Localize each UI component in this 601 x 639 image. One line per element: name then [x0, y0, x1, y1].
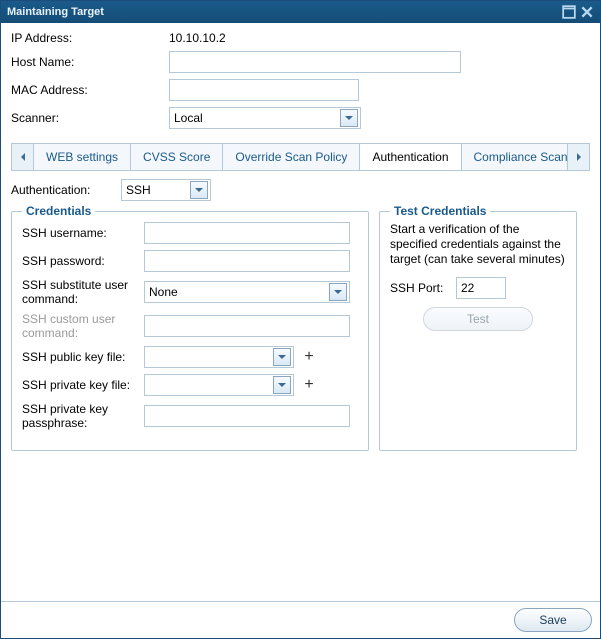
footer: Save	[1, 601, 600, 638]
ssh-passphrase-input[interactable]	[144, 405, 350, 427]
tab-compliance-scanning[interactable]: Compliance Scanning	[462, 144, 568, 170]
tabstrip: WEB settings CVSS Score Override Scan Po…	[11, 143, 590, 171]
content-area: IP Address: 10.10.10.2 Host Name: MAC Ad…	[1, 23, 600, 601]
ssh-substitute-label: SSH substitute user command:	[22, 278, 144, 306]
tab-cvss-score[interactable]: CVSS Score	[131, 144, 223, 170]
ssh-passphrase-label: SSH private key passphrase:	[22, 402, 144, 430]
chevron-down-icon	[273, 348, 291, 366]
row-scanner: Scanner: Local	[11, 107, 590, 129]
ssh-privkey-label: SSH private key file:	[22, 378, 144, 392]
chevron-down-icon	[329, 283, 347, 301]
auth-value: SSH	[126, 183, 190, 197]
chevron-down-icon	[190, 181, 208, 199]
ssh-username-label: SSH username:	[22, 226, 144, 240]
chevron-down-icon	[273, 376, 291, 394]
ip-value: 10.10.10.2	[169, 31, 226, 45]
test-button[interactable]: Test	[423, 307, 533, 331]
save-button[interactable]: Save	[514, 608, 592, 632]
ssh-port-label: SSH Port:	[390, 281, 456, 295]
panels: Credentials SSH username: SSH password: …	[11, 211, 590, 451]
chevron-down-icon	[340, 109, 358, 127]
add-pubkey-icon[interactable]: +	[300, 348, 318, 366]
ssh-pubkey-label: SSH public key file:	[22, 350, 144, 364]
ip-label: IP Address:	[11, 31, 169, 45]
row-ip: IP Address: 10.10.10.2	[11, 31, 590, 45]
row-mac: MAC Address:	[11, 79, 590, 101]
row-ssh-privkey: SSH private key file: +	[22, 374, 358, 396]
auth-select[interactable]: SSH	[121, 179, 211, 201]
scanner-value: Local	[174, 111, 340, 125]
ssh-port-input[interactable]	[456, 277, 506, 299]
tab-authentication[interactable]: Authentication	[360, 144, 461, 170]
ssh-privkey-select[interactable]	[144, 374, 294, 396]
row-ssh-password: SSH password:	[22, 250, 358, 272]
close-icon[interactable]	[580, 5, 594, 19]
tab-override-scan-policy[interactable]: Override Scan Policy	[223, 144, 360, 170]
scanner-label: Scanner:	[11, 111, 169, 125]
row-ssh-pubkey: SSH public key file: +	[22, 346, 358, 368]
test-credentials-panel: Test Credentials Start a verification of…	[379, 211, 577, 451]
row-ssh-username: SSH username:	[22, 222, 358, 244]
row-ssh-custom: SSH custom user command:	[22, 312, 358, 340]
row-authentication: Authentication: SSH	[11, 179, 590, 201]
row-ssh-port: SSH Port:	[390, 277, 566, 299]
credentials-panel: Credentials SSH username: SSH password: …	[11, 211, 369, 451]
credentials-legend: Credentials	[22, 204, 95, 218]
row-ssh-passphrase: SSH private key passphrase:	[22, 402, 358, 430]
ssh-password-label: SSH password:	[22, 254, 144, 268]
test-description: Start a verification of the specified cr…	[390, 222, 566, 267]
ssh-password-input[interactable]	[144, 250, 350, 272]
tab-scroll-right[interactable]	[567, 144, 589, 170]
ssh-username-input[interactable]	[144, 222, 350, 244]
ssh-pubkey-select[interactable]	[144, 346, 294, 368]
auth-label: Authentication:	[11, 183, 121, 197]
tab-scroll-left[interactable]	[12, 144, 34, 170]
maximize-icon[interactable]	[562, 5, 576, 19]
row-ssh-substitute: SSH substitute user command: None	[22, 278, 358, 306]
titlebar: Maintaining Target	[1, 1, 600, 23]
tabs: WEB settings CVSS Score Override Scan Po…	[34, 144, 567, 170]
ssh-custom-label: SSH custom user command:	[22, 312, 144, 340]
test-legend: Test Credentials	[390, 204, 490, 218]
ssh-substitute-select[interactable]: None	[144, 281, 350, 303]
hostname-input[interactable]	[169, 51, 461, 73]
window-title: Maintaining Target	[7, 6, 558, 18]
row-hostname: Host Name:	[11, 51, 590, 73]
host-label: Host Name:	[11, 55, 169, 69]
add-privkey-icon[interactable]: +	[300, 376, 318, 394]
maintaining-target-window: Maintaining Target IP Address: 10.10.10.…	[0, 0, 601, 639]
mac-input[interactable]	[169, 79, 359, 101]
scanner-select[interactable]: Local	[169, 107, 361, 129]
tab-web-settings[interactable]: WEB settings	[34, 144, 131, 170]
ssh-custom-input	[144, 315, 350, 337]
mac-label: MAC Address:	[11, 83, 169, 97]
ssh-substitute-value: None	[149, 285, 329, 299]
